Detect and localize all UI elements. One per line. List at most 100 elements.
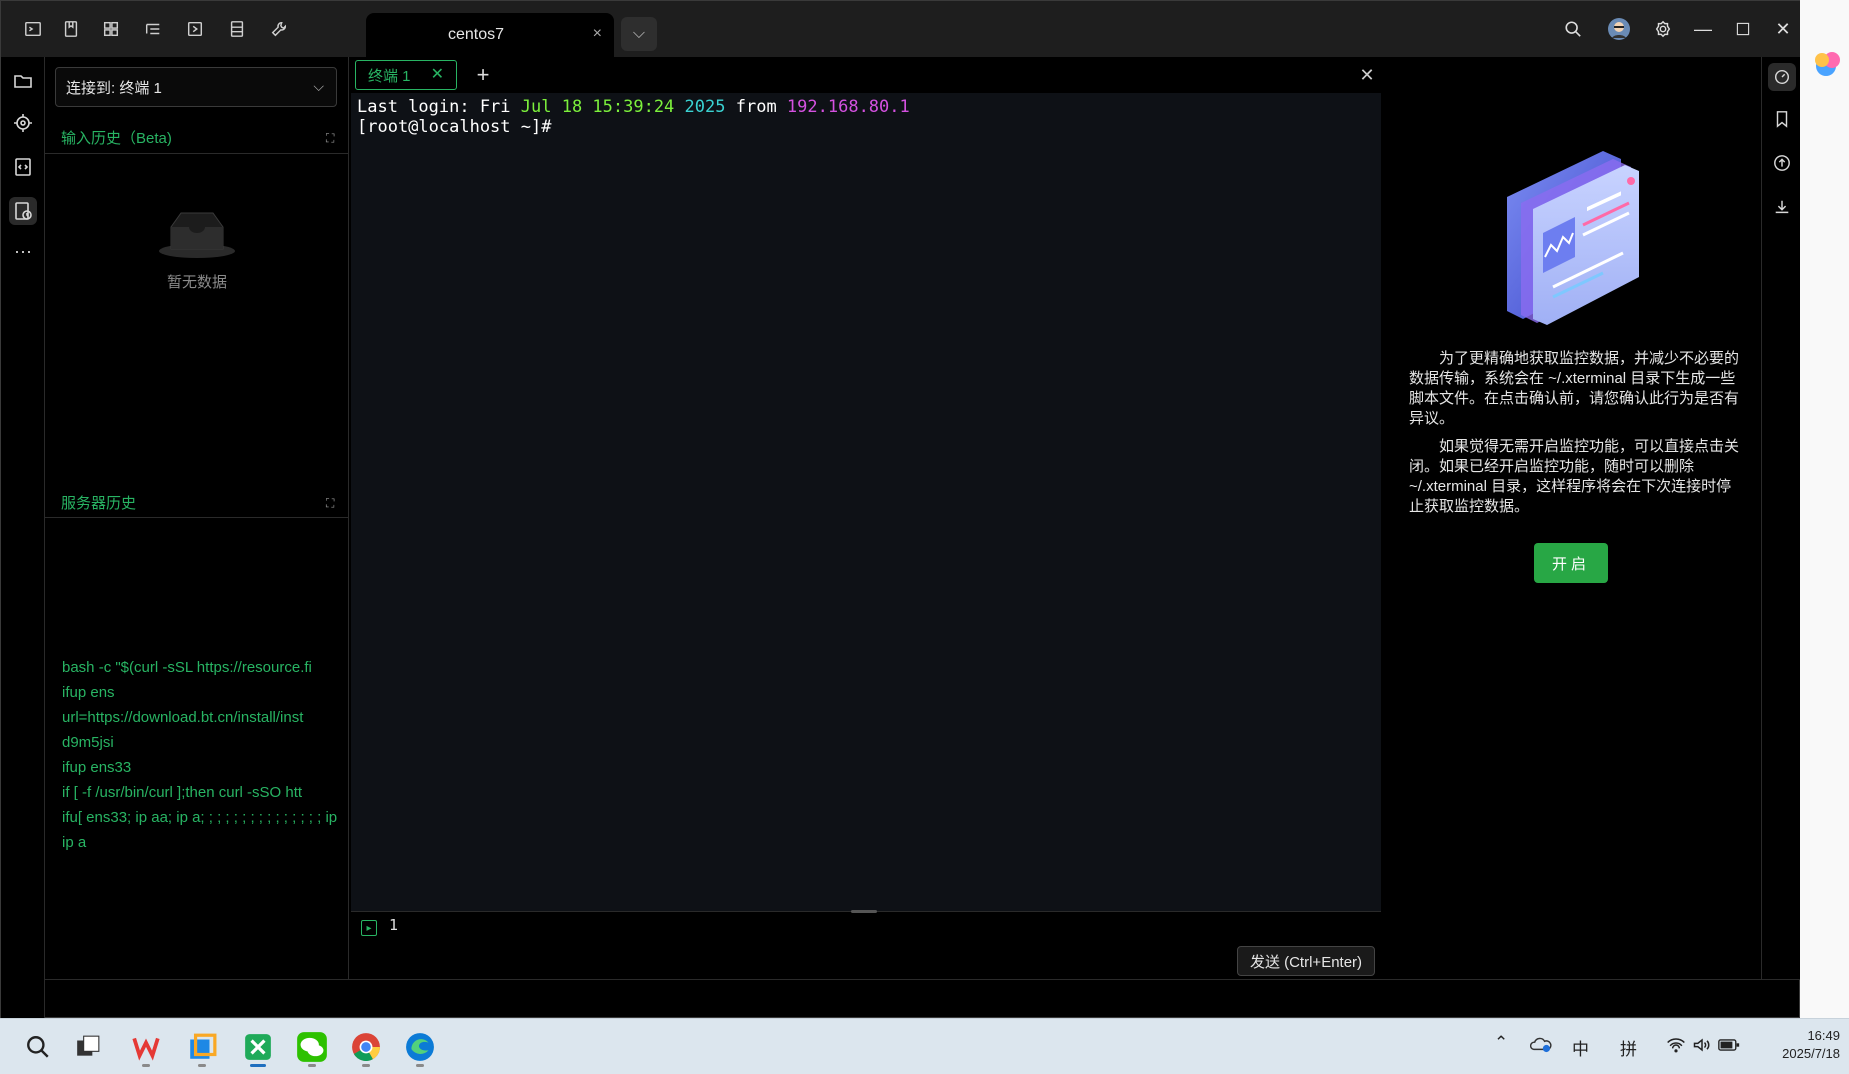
run-line-icon[interactable]: ▸ <box>361 920 377 936</box>
tab-list-dropdown[interactable]: ⌵ <box>621 17 657 51</box>
bookmark-icon[interactable] <box>57 15 85 43</box>
list-item[interactable]: if [ -f /usr/bin/curl ];then curl -sSO h… <box>62 780 344 805</box>
list-item[interactable]: ifu[ ens33; ip aa; ip a; ; ; ; ; ; ; ; ;… <box>62 805 344 830</box>
list-item[interactable]: url=https://download.bt.cn/install/inst <box>62 705 344 730</box>
search-icon[interactable] <box>18 1027 58 1067</box>
right-rail <box>1761 57 1801 979</box>
battery-icon[interactable] <box>1718 1037 1740 1057</box>
app-icon[interactable] <box>182 1027 222 1067</box>
code-icon[interactable] <box>9 153 37 181</box>
edge-icon[interactable] <box>400 1027 440 1067</box>
terminal-icon[interactable] <box>19 15 47 43</box>
left-rail: ··· <box>1 57 45 1019</box>
app-window: centos7 × ⌵ — ✕ ··· 连接到: 终端 1 ⌵ 输入历史（Bet… <box>0 0 1801 1019</box>
side-panel: 连接到: 终端 1 ⌵ 输入历史（Beta) ⛶ 暂无数据 服务器历史 ⛶ ba… <box>45 57 349 979</box>
close-panel-icon[interactable]: ✕ <box>1353 61 1381 89</box>
chevron-down-icon: ⌵ <box>313 78 324 94</box>
run-script-icon[interactable] <box>181 15 209 43</box>
background-window <box>1800 0 1849 1018</box>
enable-monitor-button[interactable]: 开启 <box>1534 543 1608 583</box>
list-item[interactable]: bash -c "$(curl -sSL https://resource.fi <box>62 655 344 680</box>
download-icon[interactable] <box>1768 193 1796 221</box>
monitor-illustration <box>1507 151 1639 325</box>
locate-icon[interactable] <box>9 109 37 137</box>
list-item[interactable]: ifup ens <box>62 680 344 705</box>
expand-icon[interactable]: ⛶ <box>326 131 340 145</box>
dashboard-icon[interactable] <box>1768 63 1796 91</box>
running-indicator <box>362 1064 370 1067</box>
list-item[interactable]: ifup ens33 <box>62 755 344 780</box>
running-indicator <box>142 1064 150 1067</box>
upload-icon[interactable] <box>1768 149 1796 177</box>
server-history-title: 服务器历史 <box>61 495 137 512</box>
copilot-icon <box>1815 52 1840 76</box>
settings-icon[interactable] <box>1649 15 1677 43</box>
title-bar: centos7 × ⌵ — ✕ <box>1 1 1801 57</box>
terminal-text: from <box>725 97 787 117</box>
connect-target-value: 连接到: 终端 1 <box>66 79 162 97</box>
onedrive-icon[interactable] <box>1529 1035 1552 1058</box>
history-icon[interactable] <box>9 197 37 225</box>
divider <box>45 517 349 518</box>
clock-date: 2025/7/18 <box>1782 1046 1840 1061</box>
terminal-output[interactable]: Last login: Fri Jul 18 15:39:24 2025 fro… <box>351 93 1381 911</box>
resize-handle[interactable] <box>851 910 877 913</box>
wps-icon[interactable] <box>126 1027 166 1067</box>
session-tab-title: centos7 <box>447 26 505 43</box>
active-indicator <box>250 1064 266 1067</box>
clock[interactable]: 16:49 2025/7/18 <box>1752 1027 1840 1063</box>
tree-icon[interactable] <box>139 15 167 43</box>
connect-target-select[interactable]: 连接到: 终端 1 ⌵ <box>55 67 337 107</box>
avatar[interactable] <box>1605 15 1633 43</box>
minimize-icon[interactable]: — <box>1689 15 1717 43</box>
bookmark-icon[interactable] <box>1768 105 1796 133</box>
chevron-down-icon: ⌵ <box>632 25 646 42</box>
task-view-icon[interactable] <box>68 1027 108 1067</box>
wifi-icon[interactable] <box>1666 1037 1686 1058</box>
terminal-text: Jul 18 15:39:24 <box>520 97 675 117</box>
command-input-area[interactable]: ▸ 1 发送 (Ctrl+Enter) <box>351 910 1381 979</box>
xterminal-icon[interactable] <box>238 1027 278 1067</box>
monitor-panel: 为了更精确地获取监控数据，并减少不必要的数据传输，系统会在 ~/.xtermin… <box>1381 57 1761 979</box>
ime-mode[interactable]: 拼 <box>1620 1035 1637 1060</box>
taskbar: ⌃ 中 拼 16:49 2025/7/18 <box>0 1018 1849 1074</box>
monitor-notice: 为了更精确地获取监控数据，并减少不必要的数据传输，系统会在 ~/.xtermin… <box>1409 349 1739 525</box>
volume-icon[interactable] <box>1692 1037 1712 1058</box>
expand-icon[interactable]: ⛶ <box>326 496 340 510</box>
terminal-tab[interactable]: 终端 1 ✕ <box>355 60 457 90</box>
list-item[interactable]: ip a <box>62 830 344 855</box>
divider <box>45 979 1801 980</box>
close-icon[interactable]: ✕ <box>431 64 444 84</box>
more-icon[interactable]: ··· <box>9 237 37 265</box>
monitor-notice-paragraph: 为了更精确地获取监控数据，并减少不必要的数据传输，系统会在 ~/.xtermin… <box>1409 350 1740 427</box>
layout-icon[interactable] <box>97 15 125 43</box>
list-item[interactable]: d9m5jsi <box>62 730 344 755</box>
terminal-tab-bar: 终端 1 ✕ + ✕ <box>351 57 1381 93</box>
divider <box>45 153 349 154</box>
send-button[interactable]: 发送 (Ctrl+Enter) <box>1237 946 1375 976</box>
close-icon[interactable]: × <box>593 25 602 43</box>
window-close-icon[interactable]: ✕ <box>1769 15 1797 43</box>
terminal-line: Last login: Fri Jul 18 15:39:24 2025 fro… <box>357 97 1375 117</box>
server-icon[interactable] <box>223 15 251 43</box>
input-history-title: 输入历史（Beta) <box>61 130 172 147</box>
running-indicator <box>198 1064 206 1067</box>
terminal-text: 2025 <box>684 97 726 117</box>
add-terminal-icon[interactable]: + <box>469 60 497 90</box>
empty-state-text: 暂无数据 <box>166 274 227 291</box>
empty-inbox-icon <box>159 212 235 258</box>
search-icon[interactable] <box>1559 15 1587 43</box>
clock-time: 16:49 <box>1807 1028 1840 1043</box>
chrome-icon[interactable] <box>346 1027 386 1067</box>
wechat-icon[interactable] <box>292 1027 332 1067</box>
chevron-up-icon[interactable]: ⌃ <box>1494 1033 1508 1053</box>
ime-language[interactable]: 中 <box>1572 1035 1589 1060</box>
server-history-list: bash -c "$(curl -sSL https://resource.fi… <box>62 655 344 855</box>
maximize-icon[interactable] <box>1729 15 1757 43</box>
terminal-text: Last login: Fri <box>357 97 521 117</box>
session-tab[interactable]: centos7 × <box>366 13 614 57</box>
wrench-icon[interactable] <box>265 15 293 43</box>
folder-icon[interactable] <box>9 67 37 95</box>
terminal-prompt: [root@localhost ~]# <box>357 117 552 137</box>
